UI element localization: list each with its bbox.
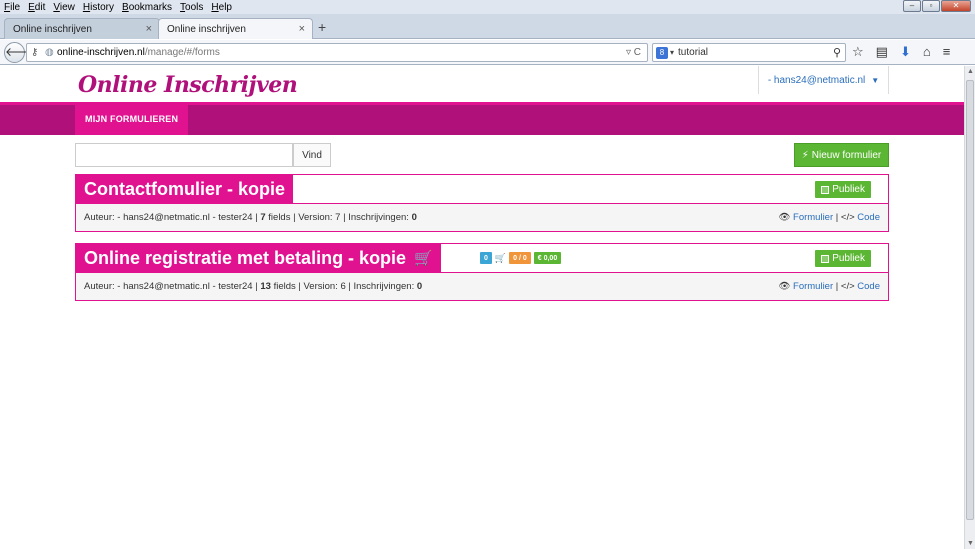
form-links: 👁 Formulier | </> Code [778, 212, 880, 223]
eye-icon: 👁 [778, 212, 791, 223]
user-dropdown[interactable]: - hans24@netmatic.nl ▼ [758, 66, 889, 94]
menu-tools[interactable]: Tools [180, 2, 203, 13]
search-input[interactable] [75, 143, 293, 167]
new-form-button[interactable]: ⚡ Nieuw formulier [794, 143, 889, 167]
url-bar[interactable]: ⚷ ◍ online-inschrijven.nl/manage/#/forms… [26, 43, 648, 62]
cart-icon: 🛒 [494, 252, 507, 263]
close-icon[interactable]: × [146, 23, 152, 35]
formulier-link[interactable]: Formulier [793, 212, 833, 223]
back-button[interactable]: 🡐 [4, 42, 37, 63]
tab-strip: Online inschrijven × Online inschrijven … [0, 14, 975, 39]
nav-bar: 🡐 ⚷ ◍ online-inschrijven.nl/manage/#/for… [0, 40, 975, 65]
ratio-badge: 0 / 0 [509, 252, 531, 264]
bolt-icon: ⚡ [801, 149, 809, 161]
form-title-text: Contactfomulier - kopie [84, 178, 286, 199]
tab-title: Online inschrijven [167, 23, 246, 35]
form-card: Contactfomulier - kopie Publiek Auteur: … [75, 174, 889, 232]
form-fields-count: 13 [260, 281, 271, 292]
cart-icon: 🛒 [414, 250, 433, 267]
menu-history[interactable]: History [83, 2, 114, 13]
tab-title: Online inschrijven [13, 23, 92, 35]
eye-icon: 👁 [778, 281, 791, 292]
globe-icon: ◍ [45, 47, 54, 58]
form-meta: Auteur: - hans24@netmatic.nl - tester24 … [76, 272, 888, 300]
square-icon [821, 185, 830, 194]
code-link[interactable]: Code [857, 212, 880, 223]
search-bar[interactable]: 8 ▾ tutorial ⚲ [652, 43, 846, 62]
publish-button[interactable]: Publiek [815, 181, 871, 198]
window-controls: – ▫ ✕ [903, 0, 971, 12]
search-icon[interactable]: ⚲ [833, 46, 841, 59]
home-icon[interactable]: ⌂ [923, 44, 931, 60]
formulier-link[interactable]: Formulier [793, 281, 833, 292]
code-icon: </> [840, 281, 855, 292]
menu-file[interactable]: File [4, 2, 20, 13]
form-links: 👁 Formulier | </> Code [778, 281, 880, 292]
find-button[interactable]: Vind [293, 143, 331, 167]
amount-badge: € 0,00 [533, 252, 562, 264]
search-value: tutorial [678, 47, 709, 58]
form-author: Auteur: - hans24@netmatic.nl - tester24 … [84, 212, 258, 223]
menu-help[interactable]: Help [211, 2, 232, 13]
scroll-down-icon[interactable]: ▼ [967, 540, 974, 547]
maximize-button[interactable]: ▫ [922, 0, 940, 12]
menu-bookmarks[interactable]: Bookmarks [122, 2, 172, 13]
menu-icon[interactable]: ≡ [943, 44, 951, 60]
chevron-down-icon[interactable]: ▾ [670, 48, 674, 57]
close-icon[interactable]: × [299, 23, 305, 35]
page-content: Online Inschrijven - hans24@netmatic.nl … [0, 66, 964, 549]
form-title-text: Online registratie met betaling - kopie [84, 247, 407, 268]
form-fields-count: 7 [260, 212, 266, 223]
identity-icon[interactable]: ⚷ [31, 47, 45, 58]
menu-bar: File Edit View History Bookmarks Tools H… [0, 0, 975, 14]
form-header: Contactfomulier - kopie Publiek [76, 175, 888, 203]
scrollbar-thumb[interactable] [966, 80, 974, 520]
publish-label: Publiek [832, 184, 865, 195]
form-card: Online registratie met betaling - kopie 🛒… [75, 243, 889, 301]
caret-down-icon: ▼ [871, 75, 880, 85]
new-tab-icon[interactable]: + [318, 19, 326, 35]
tab-mijn-formulieren[interactable]: MIJN FORMULIEREN [75, 102, 189, 135]
form-header: Online registratie met betaling - kopie 🛒… [76, 244, 888, 272]
form-fields-label: fields | Version: 6 | Inschrijvingen: [273, 281, 415, 292]
google-icon[interactable]: 8 [656, 46, 668, 59]
browser-tab-2[interactable]: Online inschrijven × [158, 18, 313, 39]
form-registrations: 0 [416, 281, 423, 292]
minimize-button[interactable]: – [903, 0, 921, 12]
form-title[interactable]: Contactfomulier - kopie [76, 175, 294, 203]
user-email: - hans24@netmatic.nl [767, 74, 866, 86]
new-form-label: Nieuw formulier [811, 149, 882, 161]
clipboard-icon[interactable]: ▤ [876, 44, 888, 60]
download-icon[interactable]: ⬇ [900, 44, 911, 60]
close-window-button[interactable]: ✕ [941, 0, 971, 12]
scroll-up-icon[interactable]: ▲ [967, 68, 974, 75]
form-title[interactable]: Online registratie met betaling - kopie 🛒 [76, 244, 441, 272]
menu-edit[interactable]: Edit [28, 2, 45, 13]
browser-tab-1[interactable]: Online inschrijven × [4, 18, 160, 39]
square-icon [821, 254, 830, 263]
form-author: Auteur: - hans24@netmatic.nl - tester24 … [84, 281, 258, 292]
menu-view[interactable]: View [53, 2, 75, 13]
form-badges: 0 🛒 0 / 0 € 0,00 [480, 252, 562, 264]
star-icon[interactable]: ☆ [852, 44, 864, 60]
publish-label: Publiek [832, 253, 865, 264]
url-host: online-inschrijven.nl [57, 47, 145, 58]
nav-icons: ☆ ▤ ⬇ ⌂ ≡ [852, 44, 950, 60]
code-icon: </> [840, 212, 855, 223]
form-registrations: 0 [411, 212, 417, 223]
vertical-scrollbar[interactable]: ▲ ▼ [964, 66, 975, 549]
form-meta: Auteur: - hans24@netmatic.nl - tester24 … [76, 203, 888, 231]
main-nav-bar: MIJN FORMULIEREN [0, 102, 964, 135]
url-path: /manage/#/forms [144, 47, 220, 58]
site-logo[interactable]: Online Inschrijven [78, 72, 298, 98]
publish-button[interactable]: Publiek [815, 250, 871, 267]
count-badge: 0 [480, 252, 492, 264]
form-fields-label: fields | Version: 7 | Inschrijvingen: [268, 212, 409, 223]
code-link[interactable]: Code [857, 281, 880, 292]
reload-icon[interactable]: ▿ C [626, 47, 641, 58]
